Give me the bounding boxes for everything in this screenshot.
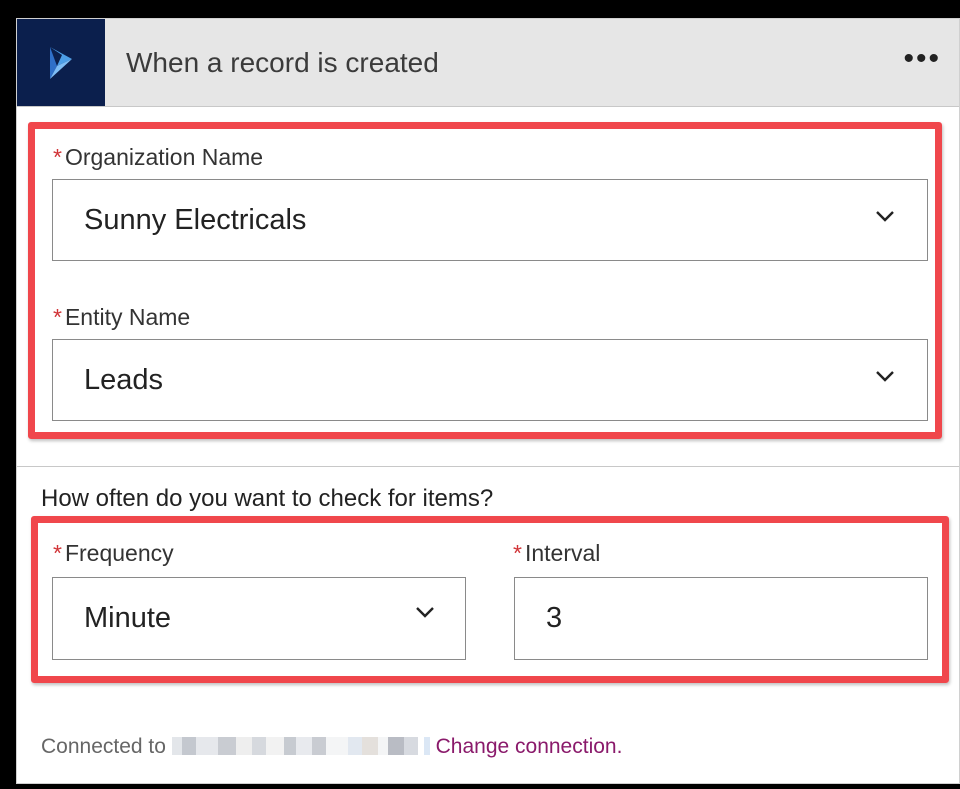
entity-name-dropdown[interactable]: Leads bbox=[52, 339, 928, 421]
card-title: When a record is created bbox=[126, 47, 439, 78]
change-connection-link[interactable]: Change connection. bbox=[436, 735, 623, 758]
required-marker: * bbox=[53, 540, 62, 566]
organization-name-value: Sunny Electricals bbox=[84, 204, 307, 236]
frequency-label: * Frequency bbox=[53, 540, 174, 566]
frequency-dropdown[interactable]: Minute bbox=[52, 577, 466, 660]
interval-label: * Interval bbox=[513, 540, 601, 566]
trigger-card: When a record is created ••• * Organizati… bbox=[16, 18, 960, 784]
frequency-value: Minute bbox=[84, 602, 172, 634]
more-options-button[interactable]: ••• bbox=[903, 44, 941, 74]
organization-name-label: * Organization Name bbox=[53, 144, 264, 170]
redacted-connection-name bbox=[171, 735, 436, 758]
chevron-down-icon bbox=[876, 371, 894, 382]
chevron-down-icon bbox=[416, 607, 434, 618]
dynamics-logo-icon bbox=[17, 19, 105, 106]
chevron-down-icon bbox=[876, 211, 894, 222]
connection-footer: Connected to Change connection. bbox=[41, 735, 622, 759]
interval-input[interactable]: 3 bbox=[514, 577, 928, 660]
required-marker: * bbox=[53, 304, 62, 330]
required-marker: * bbox=[53, 144, 62, 170]
card-header[interactable]: When a record is created ••• bbox=[17, 19, 959, 107]
schedule-question: How often do you want to check for items… bbox=[41, 485, 494, 512]
entity-name-label: * Entity Name bbox=[53, 304, 191, 330]
organization-name-dropdown[interactable]: Sunny Electricals bbox=[52, 179, 928, 261]
connected-to-label: Connected to bbox=[41, 735, 166, 758]
section-divider bbox=[17, 466, 959, 467]
interval-value: 3 bbox=[546, 602, 563, 634]
entity-name-value: Leads bbox=[84, 364, 164, 396]
required-marker: * bbox=[513, 540, 522, 566]
